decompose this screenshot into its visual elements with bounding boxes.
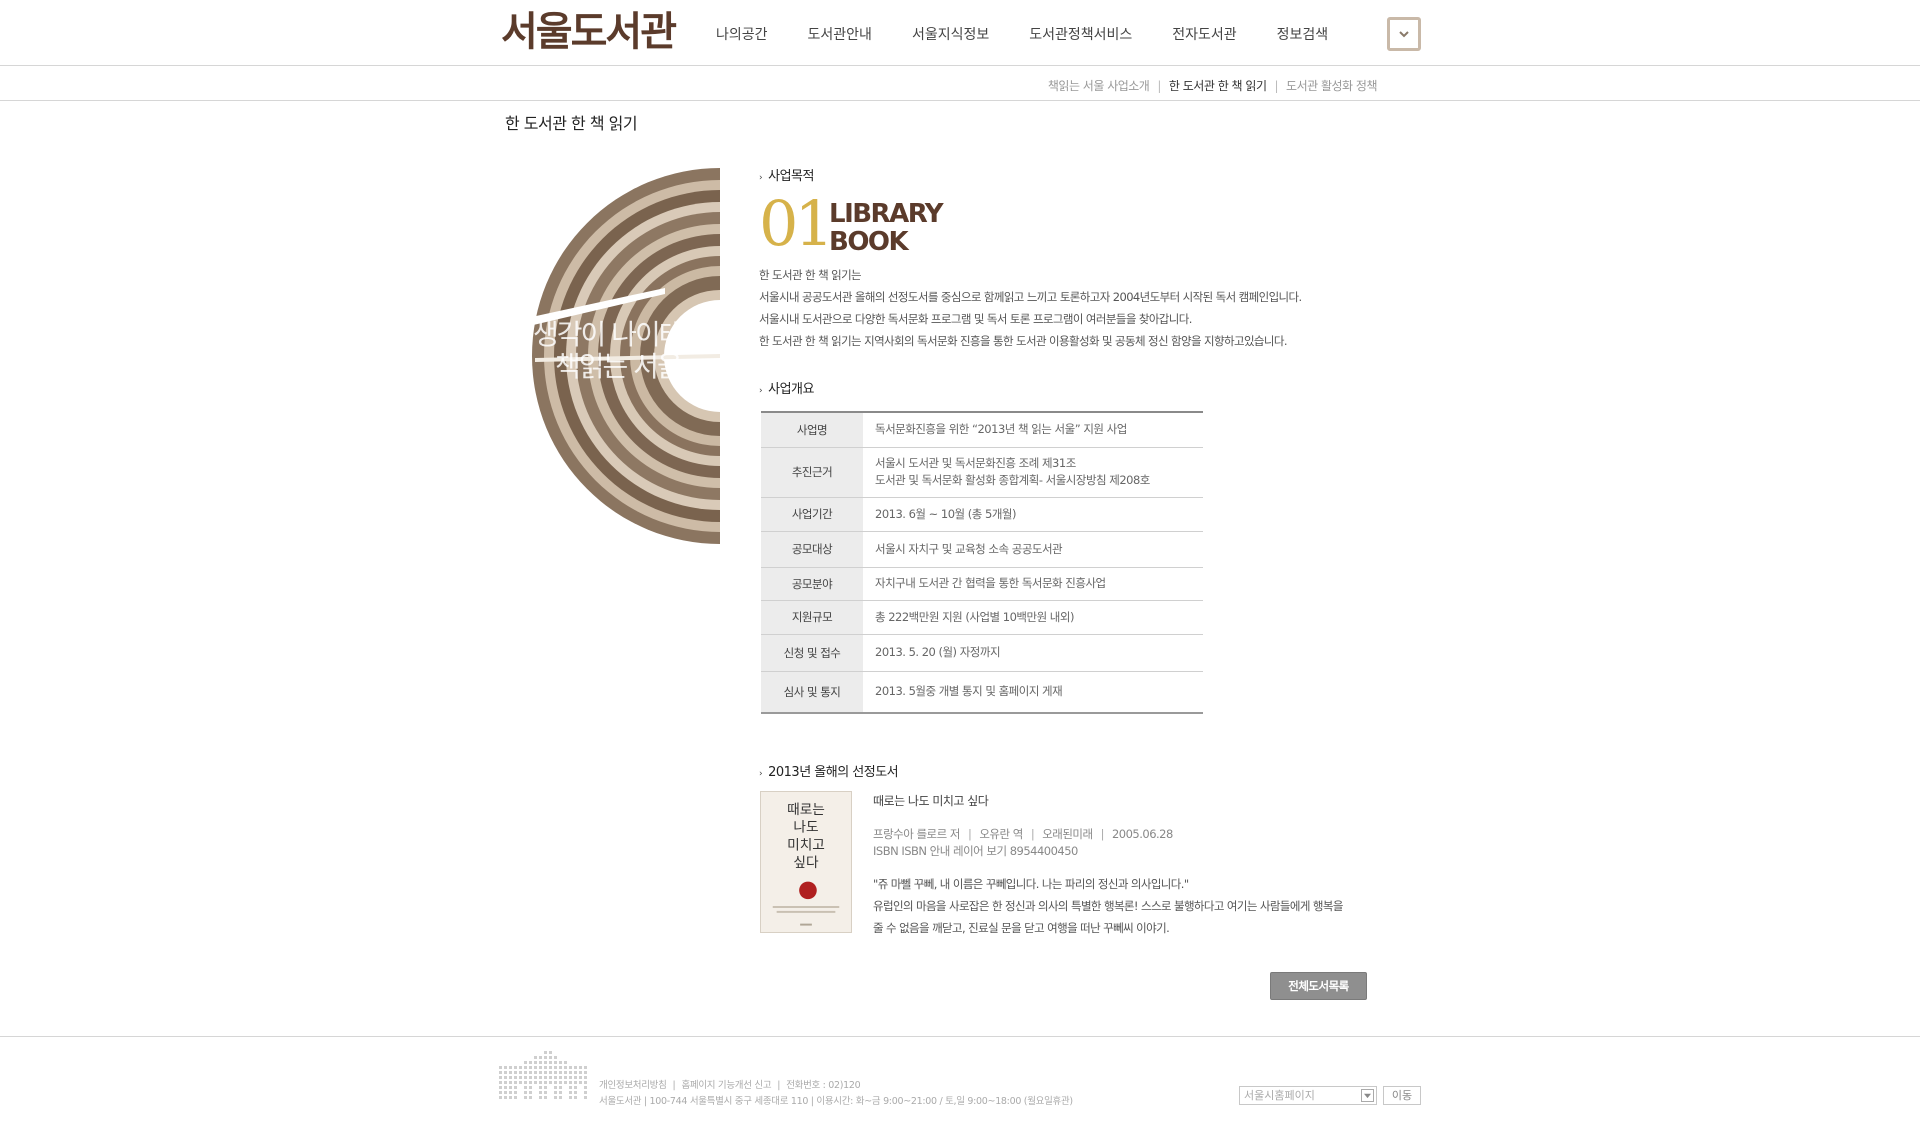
table-header-cell: 심사 및 통지 [761, 671, 863, 714]
table-row: 신청 및 접수 2013. 5. 20 (월) 자정까지 [761, 634, 1203, 672]
svg-text:때로는: 때로는 [787, 802, 825, 818]
nav-item-info-search[interactable]: 정보검색 [1277, 22, 1329, 48]
book-translator: 오유란 역 [979, 827, 1023, 841]
all-books-button[interactable]: 전체도서목록 [1270, 972, 1367, 1000]
table-cell: 총 222백만원 지원 (사업별 10백만원 내외) [863, 600, 1203, 635]
nav-item-digital-library[interactable]: 전자도서관 [1172, 22, 1236, 48]
apple-icon [799, 881, 817, 900]
table-header-cell: 사업기간 [761, 497, 863, 532]
library-book-logo: 01 LIBRARY BOOK [759, 191, 944, 257]
table-row: 심사 및 통지 2013. 5월중 개별 통지 및 홈페이지 게재 [761, 671, 1203, 714]
footer-link-privacy[interactable]: 개인정보처리방침 [599, 1080, 667, 1091]
footer: 개인정보처리방침 | 홈페이지 기능개선 신고 | 전화번호 : 02)120 서울도서… [0, 1036, 1920, 1125]
site-select[interactable]: 서울시홈페이지 [1239, 1086, 1377, 1105]
book-description: "쥬 마뻴 꾸뻬, 내 이름은 꾸뻬입니다. 나는 파리의 정신과 의사입니다.… [873, 877, 1343, 935]
table-row: 공모분야 자치구내 도서관 간 협력을 통한 독서문화 진흥사업 [761, 567, 1203, 601]
table-header-cell: 지원규모 [761, 600, 863, 635]
chevron-down-icon [1361, 1089, 1374, 1102]
tree-ring-graphic: 생각이 나이테 책읽는 서울 [527, 168, 720, 544]
subnav-item-library-policy[interactable]: 도서관 활성화 정책 [1286, 79, 1377, 93]
table-cell: 서울시 자치구 및 교육청 소속 공공도서관 [863, 531, 1203, 568]
table-header-cell: 사업명 [761, 412, 863, 448]
purpose-text: 한 도서관 한 책 읽기는 서울시내 공공도서관 올해의 선정도서를 중심으로 … [759, 264, 1359, 352]
book-publisher: 오래된미래 [1042, 827, 1093, 841]
book-isbn: ISBN ISBN 안내 레이어 보기 8954400450 [873, 844, 1078, 858]
nav-item-seoul-knowledge[interactable]: 서울지식정보 [912, 22, 989, 48]
table-cell: 독서문화진흥을 위한 “2013년 책 읽는 서울” 지원 사업 [863, 412, 1203, 448]
subnav-item-business-intro[interactable]: 책읽는 서울 사업소개 [1048, 79, 1150, 93]
main-nav: 나의공간 도서관안내 서울지식정보 도서관정책서비스 전자도서관 정보검색 [716, 22, 1368, 48]
graphic-text-line1: 생각이 나이테 [533, 318, 682, 351]
purpose-line: 서울시내 공공도서관 올해의 선정도서를 중심으로 함께읽고 느끼고 토론하고자… [759, 290, 1302, 304]
footer-logo-icon [499, 1051, 587, 1099]
table-cell: 서울시 도서관 및 독서문화진흥 조례 제31조 도서관 및 독서문화 활성화 … [863, 447, 1203, 498]
purpose-line: 서울시내 도서관으로 다양한 독서문화 프로그램 및 독서 토론 프로그램이 여… [759, 312, 1192, 326]
overview-table: 사업명 독서문화진흥을 위한 “2013년 책 읽는 서울” 지원 사업 추진근… [761, 411, 1203, 714]
nav-item-library-info[interactable]: 도서관안내 [808, 22, 872, 48]
logo-word-book: BOOK [829, 227, 909, 257]
table-row: 사업명 독서문화진흥을 위한 “2013년 책 읽는 서울” 지원 사업 [761, 412, 1203, 448]
table-header-cell: 공모분야 [761, 567, 863, 601]
page-title: 한 도서관 한 책 읽기 [505, 114, 638, 133]
table-header-cell: 추진근거 [761, 447, 863, 498]
book-meta: 프랑수아 를로르 저 | 오유란 역 | 오래된미래 | 2005.06.28 ISBN I… [873, 827, 1173, 858]
logo-number: 01 [759, 187, 834, 260]
table-row: 추진근거 서울시 도서관 및 독서문화진흥 조례 제31조 도서관 및 독서문화… [761, 447, 1203, 498]
arrow-right-icon: › [759, 386, 763, 396]
subnav-bar: 책읽는 서울 사업소개 | 한 도서관 한 책 읽기 | 도서관 활성화 정책 [0, 66, 1920, 101]
book-author: 프랑수아 를로르 저 [873, 827, 960, 841]
table-header-cell: 공모대상 [761, 531, 863, 568]
table-cell: 2013. 6월 ~ 10월 (총 5개월) [863, 497, 1203, 532]
nav-item-my-space[interactable]: 나의공간 [716, 22, 768, 48]
footer-address: 서울도서관 | 100-744 서울특별시 중구 세종대로 110 | 이용시간… [599, 1096, 1073, 1107]
purpose-line: 한 도서관 한 책 읽기는 지역사회의 독서문화 진흥을 통한 도서관 이용활성… [759, 334, 1288, 348]
footer-link-report[interactable]: 홈페이지 기능개선 신고 [681, 1080, 771, 1091]
subnav: 책읽는 서울 사업소개 | 한 도서관 한 책 읽기 | 도서관 활성화 정책 [1047, 79, 1378, 93]
svg-text:싶다: 싶다 [793, 855, 819, 871]
table-cell: 2013. 5. 20 (월) 자정까지 [863, 634, 1203, 672]
table-row: 공모대상 서울시 자치구 및 교육청 소속 공공도서관 [761, 531, 1203, 568]
menu-expand-button[interactable] [1387, 17, 1421, 51]
arrow-right-icon: › [759, 769, 763, 779]
svg-text:미치고: 미치고 [787, 837, 825, 853]
site-logo[interactable]: 서울도서관 [501, 6, 677, 58]
purpose-line: 한 도서관 한 책 읽기는 [759, 268, 862, 282]
svg-text:나도: 나도 [793, 820, 818, 836]
table-cell: 자치구내 도서관 간 협력을 통한 독서문화 진흥사업 [863, 567, 1203, 601]
book-title[interactable]: 때로는 나도 미치고 싶다 [873, 792, 989, 809]
logo-word-library: LIBRARY [829, 199, 944, 229]
book-cover-image[interactable]: 때로는 나도 미치고 싶다 [760, 791, 852, 933]
table-row: 지원규모 총 222백만원 지원 (사업별 10백만원 내외) [761, 600, 1203, 635]
section-title-selected-book: › 2013년 올해의 선정도서 [759, 765, 899, 780]
section-title-purpose: › 사업목적 [759, 169, 814, 184]
footer-links: 개인정보처리방침 | 홈페이지 기능개선 신고 | 전화번호 : 02)120 [599, 1080, 861, 1091]
footer-phone: 전화번호 : 02)120 [786, 1080, 861, 1091]
header: 서울도서관 나의공간 도서관안내 서울지식정보 도서관정책서비스 전자도서관 정… [0, 0, 1920, 66]
graphic-text-line2: 책읽는 서울 [555, 350, 682, 383]
table-row: 사업기간 2013. 6월 ~ 10월 (총 5개월) [761, 497, 1203, 532]
arrow-right-icon: › [759, 173, 763, 183]
nav-item-library-policy[interactable]: 도서관정책서비스 [1029, 22, 1132, 48]
table-header-cell: 신청 및 접수 [761, 634, 863, 672]
table-cell: 2013. 5월중 개별 통지 및 홈페이지 게재 [863, 671, 1203, 714]
subnav-item-one-book[interactable]: 한 도서관 한 책 읽기 [1169, 79, 1267, 93]
section-title-overview: › 사업개요 [759, 382, 814, 397]
book-date: 2005.06.28 [1111, 827, 1173, 841]
go-button[interactable]: 이동 [1383, 1086, 1421, 1105]
chevron-down-icon [1399, 31, 1409, 38]
